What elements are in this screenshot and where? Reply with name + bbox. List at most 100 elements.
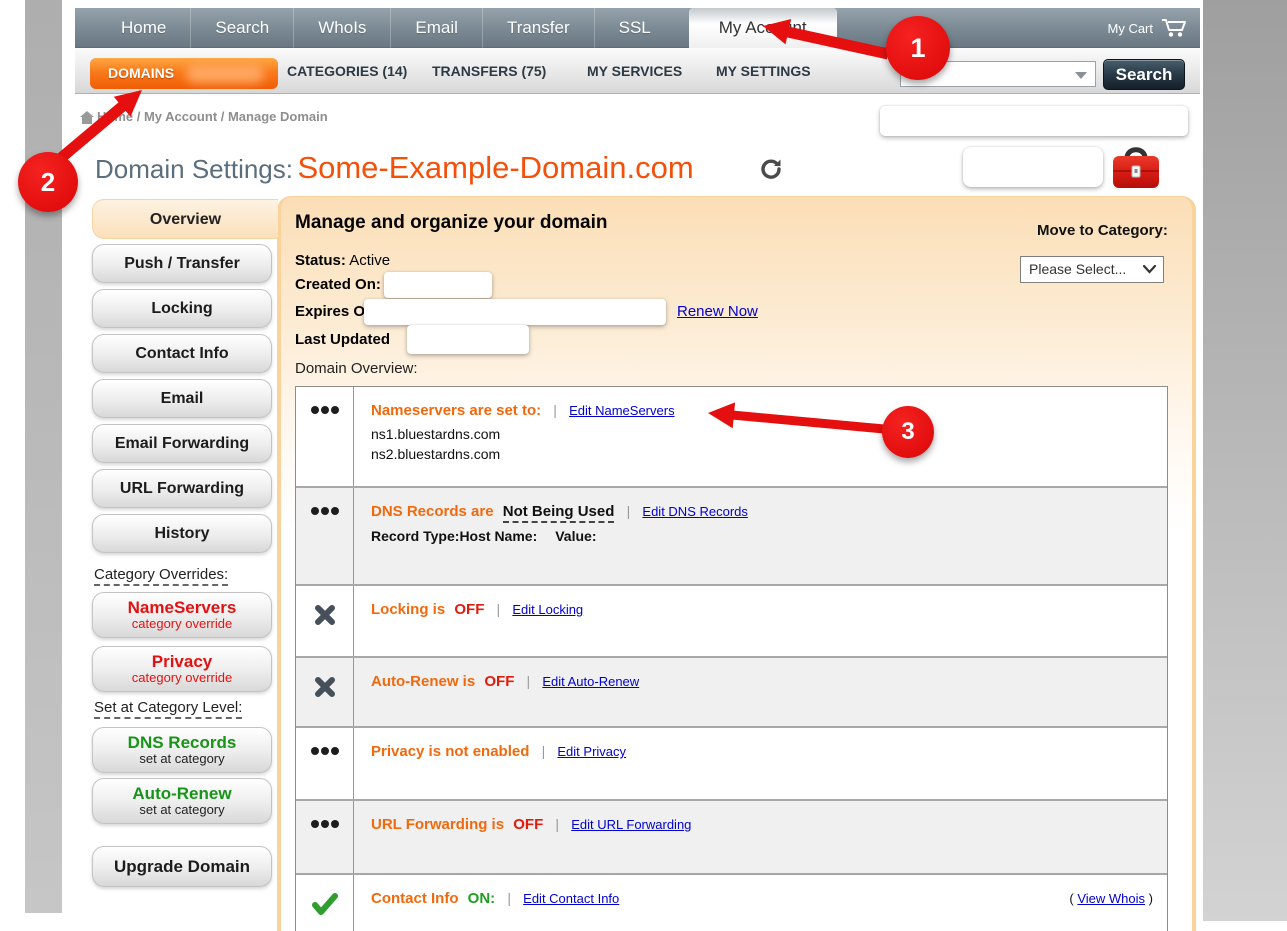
move-to-category-select[interactable]: Please Select... [1020,256,1164,283]
refresh-icon[interactable] [760,158,782,180]
redacted-updated-date [407,325,529,354]
check-icon [296,875,354,931]
row-status: Not Being Used [503,503,615,523]
sidebar-item-privacy-override[interactable]: Privacy category override [92,646,272,692]
cart-icon [1161,18,1188,38]
nav-tab-email[interactable]: Email [390,8,482,48]
override-subtitle: category override [93,617,271,631]
edit-nameservers-link[interactable]: Edit NameServers [569,403,674,418]
subnav-item-my-settings[interactable]: MY SETTINGS [716,48,811,94]
upgrade-domain-button[interactable]: Upgrade Domain [92,846,272,887]
domain-name: Some-Example-Domain.com [297,150,693,185]
created-line: Created On: [295,276,381,293]
view-whois-link[interactable]: View Whois [1077,891,1145,906]
subnav-item-transfers[interactable]: TRANSFERS (75) [432,48,546,94]
category-title: DNS Records [93,733,271,752]
toolbox-icon[interactable] [1108,142,1164,192]
renew-now-link[interactable]: Renew Now [677,303,758,320]
nav-tab-my-account[interactable]: My Account [689,8,837,48]
separator: | [542,743,546,759]
set-at-category-heading: Set at Category Level: [94,699,242,719]
edit-auto-renew-link[interactable]: Edit Auto-Renew [542,674,639,689]
domain-search-combobox[interactable] [900,61,1096,87]
nav-tab-home[interactable]: Home [97,8,190,48]
my-cart-label: My Cart [1108,21,1154,36]
window-edge-left [25,0,62,913]
value-label: Value: [555,528,596,544]
row-title: DNS Records are [371,503,494,520]
sidebar-item-contact-info[interactable]: Contact Info [92,334,272,373]
override-title: Privacy [93,652,271,671]
table-row-auto-renew: Auto-Renew is OFF | Edit Auto-Renew [296,656,1167,726]
row-title: Nameservers are set to: [371,402,541,419]
expires-line: Expires On [295,303,374,320]
search-input[interactable] [901,62,1071,86]
subnav-item-domains[interactable]: DOMAINS [90,58,278,89]
nav-tab-ssl[interactable]: SSL [594,8,675,48]
account-sub-navigation: DOMAINS CATEGORIES (14) TRANSFERS (75) M… [75,48,1200,94]
edit-privacy-link[interactable]: Edit Privacy [557,744,626,759]
edit-contact-info-link[interactable]: Edit Contact Info [523,891,619,906]
sidebar-item-history[interactable]: History [92,514,272,553]
breadcrumb[interactable]: Home / My Account / Manage Domain [97,109,328,124]
dots-icon [296,488,354,584]
nav-tab-search[interactable]: Search [190,8,293,48]
paren-close: ) [1149,891,1153,906]
sidebar-item-overview[interactable]: Overview [92,199,278,239]
row-status: OFF [513,816,543,833]
nameserver-1: ns1.bluestardns.com [371,425,1151,444]
nav-tab-transfer[interactable]: Transfer [482,8,594,48]
status-label: Status: [295,252,346,269]
search-button[interactable]: Search [1103,59,1185,90]
edit-locking-link[interactable]: Edit Locking [512,602,583,617]
subnav-item-categories[interactable]: CATEGORIES (14) [287,48,407,94]
table-row-contact-info: Contact Info ON: | Edit Contact Info ( V… [296,873,1167,931]
category-subtitle: set at category [93,752,271,766]
table-row-privacy: Privacy is not enabled | Edit Privacy [296,726,1167,799]
nav-tabs: Home Search WhoIs Email Transfer SSL My … [97,8,837,48]
sidebar-item-nameservers-override[interactable]: NameServers category override [92,592,272,638]
row-title: Auto-Renew is [371,673,475,690]
separator: | [555,816,559,832]
sidebar-item-locking[interactable]: Locking [92,289,272,328]
sidebar-item-url-forwarding[interactable]: URL Forwarding [92,469,272,508]
paren-open: ( [1069,891,1073,906]
expires-label: Expires On [295,303,374,320]
separator: | [553,402,557,418]
row-title: Privacy is not enabled [371,743,529,760]
view-whois-wrap: ( View Whois ) [1069,891,1153,906]
sidebar-item-dns-records-category[interactable]: DNS Records set at category [92,727,272,773]
row-title: Locking is [371,601,445,618]
redacted-box [880,106,1188,136]
sidebar-item-email-forwarding[interactable]: Email Forwarding [92,424,272,463]
my-cart-button[interactable]: My Cart [1108,8,1189,48]
window-edge-right [1203,0,1287,921]
row-status: OFF [484,673,514,690]
nav-tab-whois[interactable]: WhoIs [293,8,390,48]
table-row-url-forwarding: URL Forwarding is OFF | Edit URL Forward… [296,799,1167,873]
select-value: Please Select... [1029,261,1126,277]
status-line: Status: Active [295,252,390,269]
edit-url-forwarding-link[interactable]: Edit URL Forwarding [571,817,691,832]
override-subtitle: category override [93,671,271,685]
subnav-item-my-services[interactable]: MY SERVICES [587,48,682,94]
sidebar-item-push-transfer[interactable]: Push / Transfer [92,244,272,283]
sidebar-item-email[interactable]: Email [92,379,272,418]
sidebar-item-auto-renew-category[interactable]: Auto-Renew set at category [92,778,272,824]
row-title: Contact Info [371,890,459,907]
dropdown-arrow-icon[interactable] [1075,72,1087,79]
separator: | [497,601,501,617]
category-subtitle: set at category [93,803,271,817]
home-icon [80,111,94,124]
record-type-label: Record Type: [371,528,459,544]
edit-dns-records-link[interactable]: Edit DNS Records [642,504,747,519]
dots-icon [296,387,354,486]
separator: | [507,890,511,906]
table-row-dns-records: DNS Records are Not Being Used | Edit DN… [296,486,1167,584]
x-icon [296,586,354,656]
record-labels: Record Type:Host Name:Value: [371,528,1151,544]
redaction-blur [186,64,264,83]
row-status: OFF [454,601,484,618]
row-title: URL Forwarding is [371,816,504,833]
page-title: Domain Settings: Some-Example-Domain.com [95,150,694,186]
